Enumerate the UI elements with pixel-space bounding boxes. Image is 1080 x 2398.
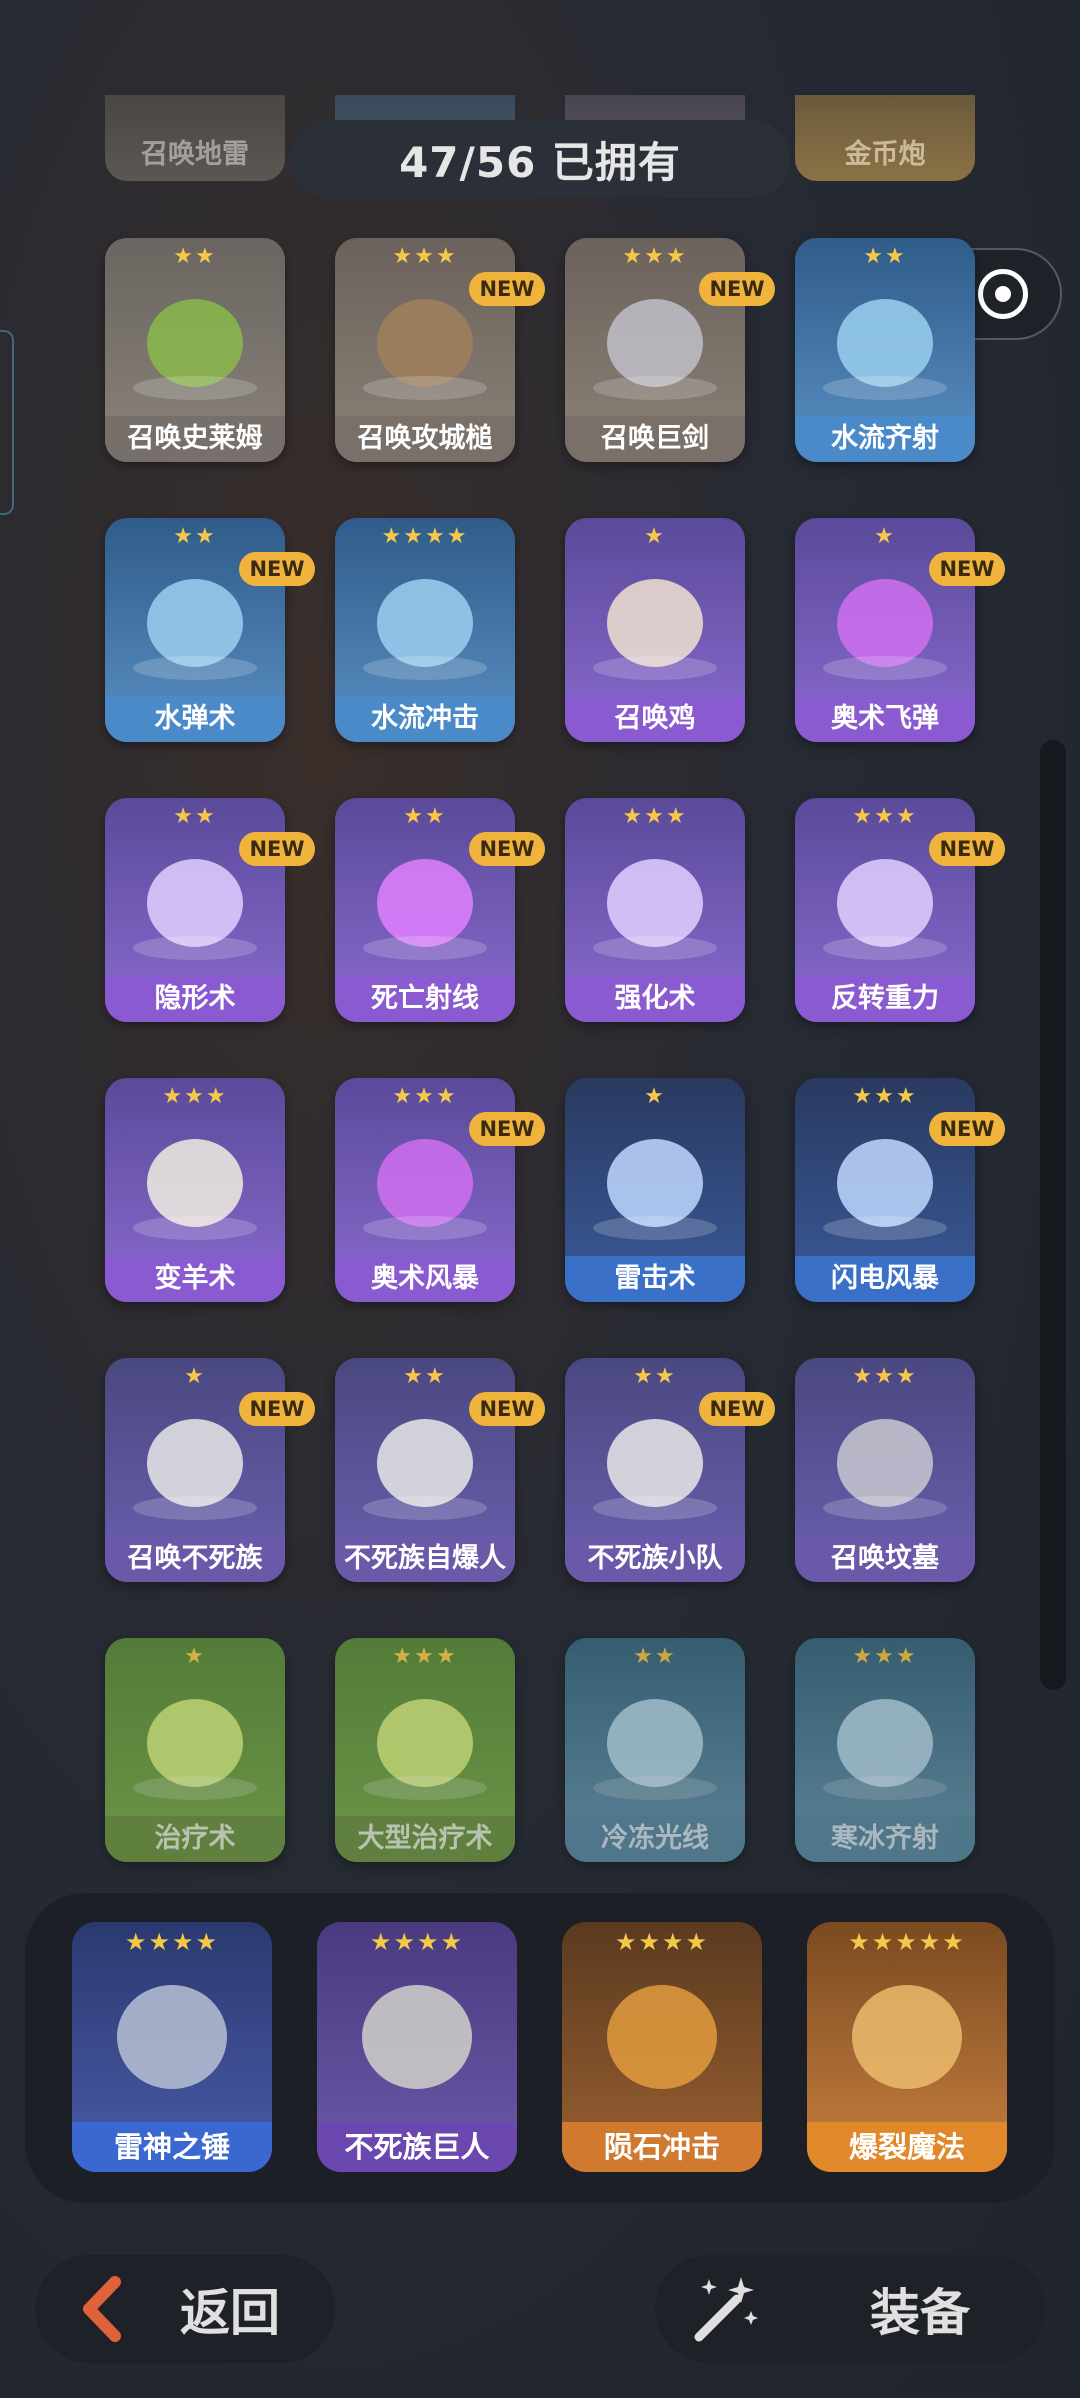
- new-badge: NEW: [239, 1392, 315, 1426]
- new-badge: NEW: [469, 1112, 545, 1146]
- back-button[interactable]: 返回: [35, 2255, 335, 2363]
- card-summon-mine-partial[interactable]: 召唤地雷: [105, 95, 285, 181]
- star-rating: ★★★: [852, 1084, 918, 1109]
- star-rating: ★★: [173, 804, 217, 829]
- spell-name: 不死族小队: [565, 1536, 745, 1582]
- scrollbar[interactable]: [1040, 740, 1066, 1690]
- star-rating: ★: [644, 524, 666, 549]
- owned-count-pill: 47/56 已拥有: [290, 120, 790, 198]
- spell-card[interactable]: ★ 治疗术: [105, 1638, 285, 1862]
- star-rating: ★: [644, 1084, 666, 1109]
- spell-name: 变羊术: [105, 1256, 285, 1302]
- star-rating: ★★: [633, 1364, 677, 1389]
- star-rating: ★: [184, 1644, 206, 1669]
- equipped-spell-card[interactable]: ★★★★ 不死族巨人: [317, 1922, 517, 2172]
- spell-name: 强化术: [565, 976, 745, 1022]
- spell-name: 召唤史莱姆: [105, 416, 285, 462]
- star-rating: ★★: [403, 804, 447, 829]
- star-rating: ★★★: [392, 1644, 458, 1669]
- star-rating: ★★★: [852, 804, 918, 829]
- spell-name: 水弹术: [105, 696, 285, 742]
- spell-card[interactable]: ★★★ 寒冰齐射: [795, 1638, 975, 1862]
- side-tab[interactable]: [0, 330, 14, 515]
- spell-name: 大型治疗术: [335, 1816, 515, 1862]
- equipped-spell-card[interactable]: ★★★★ 陨石冲击: [562, 1922, 762, 2172]
- spell-name: 不死族巨人: [317, 2122, 517, 2172]
- spell-card[interactable]: ★★★ 强化术: [565, 798, 745, 1022]
- new-badge: NEW: [699, 272, 775, 306]
- spell-card[interactable]: ★★ 水流齐射: [795, 238, 975, 462]
- spell-name: 召唤鸡: [565, 696, 745, 742]
- equipped-spell-card[interactable]: ★★★★★ 爆裂魔法: [807, 1922, 1007, 2172]
- new-badge: NEW: [699, 1392, 775, 1426]
- spell-name: 水流冲击: [335, 696, 515, 742]
- spell-card[interactable]: ★★★ 召唤坟墓: [795, 1358, 975, 1582]
- star-rating: ★★★: [392, 244, 458, 269]
- spell-card[interactable]: ★★★★ 水流冲击: [335, 518, 515, 742]
- star-rating: ★: [184, 1364, 206, 1389]
- spell-name: 水流齐射: [795, 416, 975, 462]
- new-badge: NEW: [469, 832, 545, 866]
- spell-card[interactable]: ★★ 召唤史莱姆: [105, 238, 285, 462]
- new-badge: NEW: [929, 832, 1005, 866]
- new-badge: NEW: [239, 832, 315, 866]
- spell-name: 寒冰齐射: [795, 1816, 975, 1862]
- star-rating: ★★★★: [381, 524, 469, 549]
- star-rating: ★: [874, 524, 896, 549]
- spell-card[interactable]: ★★ 冷冻光线: [565, 1638, 745, 1862]
- star-rating: ★★: [173, 524, 217, 549]
- star-rating: ★★: [863, 244, 907, 269]
- spell-name: 召唤攻城槌: [335, 416, 515, 462]
- star-rating: ★★★★: [124, 1928, 220, 1956]
- spell-card[interactable]: ★★★ 大型治疗术: [335, 1638, 515, 1862]
- spell-name: 治疗术: [105, 1816, 285, 1862]
- new-badge: NEW: [469, 272, 545, 306]
- star-rating: ★★: [403, 1364, 447, 1389]
- spell-name: 冷冻光线: [565, 1816, 745, 1862]
- spell-name: 死亡射线: [335, 976, 515, 1022]
- magic-wand-icon: [694, 2277, 758, 2342]
- spell-name: 召唤坟墓: [795, 1536, 975, 1582]
- spell-card[interactable]: ★ 召唤鸡: [565, 518, 745, 742]
- spell-name: 雷神之锤: [72, 2122, 272, 2172]
- new-badge: NEW: [469, 1392, 545, 1426]
- equip-button[interactable]: 装备: [655, 2255, 1045, 2363]
- card-gold-cannon-partial[interactable]: 金币炮: [795, 95, 975, 181]
- star-rating: ★★★: [852, 1364, 918, 1389]
- star-rating: ★★★★: [369, 1928, 465, 1956]
- equipped-spell-card[interactable]: ★★★★ 雷神之锤: [72, 1922, 272, 2172]
- spell-name: 雷击术: [565, 1256, 745, 1302]
- new-badge: NEW: [929, 1112, 1005, 1146]
- back-chevron-icon: [83, 2276, 121, 2342]
- star-rating: ★★: [633, 1644, 677, 1669]
- spell-name: 奥术飞弹: [795, 696, 975, 742]
- spell-name: 奥术风暴: [335, 1256, 515, 1302]
- spell-name: 隐形术: [105, 976, 285, 1022]
- star-rating: ★★★: [622, 244, 688, 269]
- new-badge: NEW: [239, 552, 315, 586]
- star-rating: ★★★: [162, 1084, 228, 1109]
- spell-name: 爆裂魔法: [807, 2122, 1007, 2172]
- star-rating: ★★★★★: [848, 1928, 966, 1956]
- spell-name: 召唤不死族: [105, 1536, 285, 1582]
- star-rating: ★★★: [622, 804, 688, 829]
- star-rating: ★★★: [392, 1084, 458, 1109]
- spell-name: 陨石冲击: [562, 2122, 762, 2172]
- star-rating: ★★: [173, 244, 217, 269]
- star-rating: ★★★: [852, 1644, 918, 1669]
- spell-name: 反转重力: [795, 976, 975, 1022]
- star-rating: ★★★★: [614, 1928, 710, 1956]
- spell-name: 闪电风暴: [795, 1256, 975, 1302]
- new-badge: NEW: [929, 552, 1005, 586]
- spell-name: 不死族自爆人: [335, 1536, 515, 1582]
- spell-card[interactable]: ★ 雷击术: [565, 1078, 745, 1302]
- spell-card[interactable]: ★★★ 变羊术: [105, 1078, 285, 1302]
- spell-name: 召唤巨剑: [565, 416, 745, 462]
